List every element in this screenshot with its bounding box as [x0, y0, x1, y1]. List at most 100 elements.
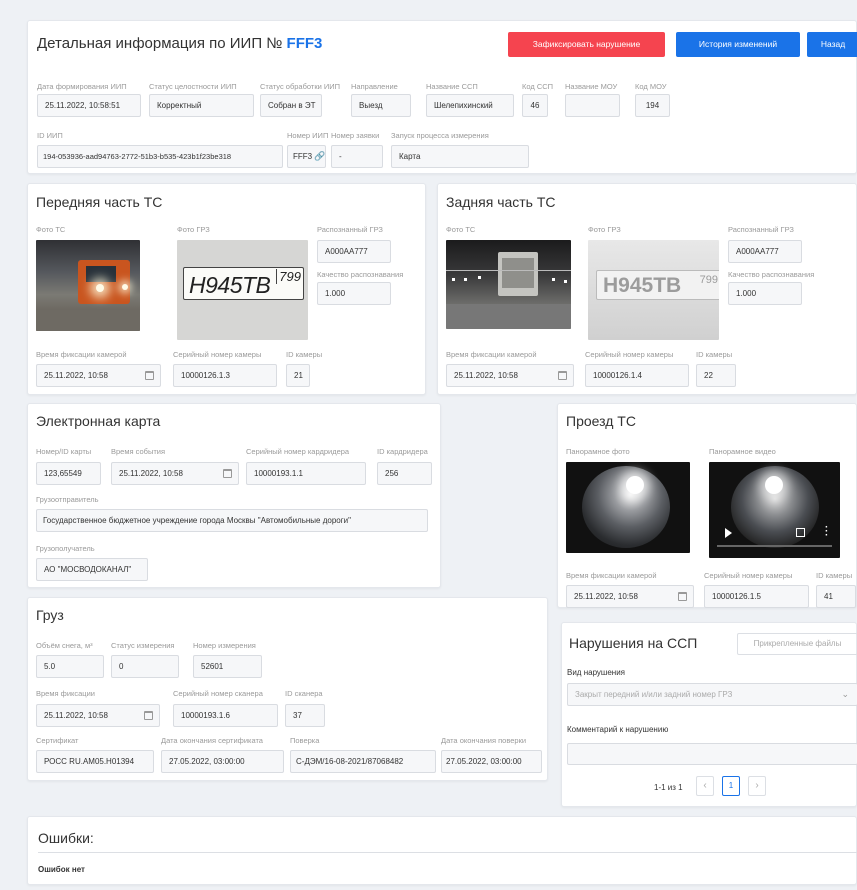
cargo-scanner-serial-label: Серийный номер сканера	[173, 689, 263, 698]
fullscreen-icon[interactable]	[796, 528, 805, 537]
cargo-meas-field: 52601	[193, 655, 262, 678]
iip-number-link[interactable]: FFF3	[287, 35, 323, 52]
id-iip-field: 194-053936-aad94763-2772-51b3-b535-423b1…	[37, 145, 283, 168]
violation-type-select[interactable]: Закрыт передний и/или задний номер ГРЗ ⌄	[567, 683, 857, 706]
passage-time-label: Время фиксации камерой	[566, 571, 657, 580]
front-grz-photo-label: Фото ГРЗ	[177, 225, 210, 234]
rear-quality-field: 1.000	[728, 282, 802, 305]
passage-camid-label: ID камеры	[816, 571, 853, 580]
front-photo-label: Фото ТС	[36, 225, 66, 234]
mou-name-label: Название МОУ	[565, 82, 618, 91]
cargo-cert-label: Сертификат	[36, 736, 79, 745]
cargo-check-label: Поверка	[290, 736, 320, 745]
front-vehicle-photo[interactable]	[36, 240, 140, 331]
video-progress[interactable]	[717, 545, 832, 547]
cargo-check-end-field: 27.05.2022, 03:00:00	[441, 750, 542, 773]
calendar-icon[interactable]	[223, 469, 232, 478]
mou-code-field: 194	[635, 94, 670, 117]
mou-code-label: Код МОУ	[635, 82, 667, 91]
ecard-receiver-field: АО "МОСВОДОКАНАЛ"	[36, 558, 148, 581]
info-card: Детальная информация по ИИП № FFF3 Зафик…	[27, 20, 857, 174]
cargo-meas-label: Номер измерения	[193, 641, 256, 650]
cargo-cert-field: РОСС RU.АМ05.Н01394	[36, 750, 154, 773]
processing-field: Собран в ЭТ	[260, 94, 322, 117]
formed-field: 25.11.2022, 10:58:51	[37, 94, 141, 117]
rear-quality-label: Качество распознавания	[728, 270, 815, 279]
launch-label: Запуск процесса измерения	[391, 131, 489, 140]
rear-vehicle-photo[interactable]	[446, 240, 571, 329]
calendar-icon[interactable]	[144, 711, 153, 720]
ecard-card: Электронная карта Номер/ID карты 123,655…	[27, 403, 441, 588]
pager-text: 1-1 из 1	[654, 783, 683, 792]
front-camid-field: 21	[286, 364, 310, 387]
ssp-name-label: Название ССП	[426, 82, 478, 91]
comment-input[interactable]	[567, 743, 857, 765]
errors-text: Ошибок нет	[38, 865, 85, 874]
ssp-code-label: Код ССП	[522, 82, 554, 91]
passage-serial-label: Серийный номер камеры	[704, 571, 793, 580]
history-button[interactable]: История изменений	[676, 32, 800, 57]
direction-field: Выезд	[351, 94, 411, 117]
front-time-label: Время фиксации камерой	[36, 350, 127, 359]
front-serial-label: Серийный номер камеры	[173, 350, 262, 359]
rear-camid-label: ID камеры	[696, 350, 733, 359]
ecard-reader-serial-field: 10000193.1.1	[246, 462, 366, 485]
cargo-cert-end-label: Дата окончания сертификата	[161, 736, 263, 745]
processing-label: Статус обработки ИИП	[260, 82, 341, 91]
cargo-status-field: 0	[111, 655, 179, 678]
prev-page-button[interactable]: ‹	[696, 776, 714, 796]
front-quality-label: Качество распознавания	[317, 270, 404, 279]
front-quality-field: 1.000	[317, 282, 391, 305]
cargo-check-field: С-ДЭМ/16-08-2021/87068482	[290, 750, 436, 773]
attached-files-button[interactable]: Прикрепленные файлы	[737, 633, 857, 655]
ssp-code-field: 46	[522, 94, 548, 117]
errors-card: Ошибки: Ошибок нет	[27, 816, 857, 885]
ecard-sender-label: Грузоотправитель	[36, 495, 99, 504]
ecard-title: Электронная карта	[36, 413, 161, 429]
front-card: Передняя часть ТС Фото ТС Фото ГРЗ Н945Т…	[27, 183, 426, 395]
front-serial-field: 10000126.1.3	[173, 364, 277, 387]
link-icon[interactable]: 🔗	[314, 151, 325, 161]
fix-violation-button[interactable]: Зафиксировать нарушение	[508, 32, 665, 57]
front-plate-region: 799	[276, 269, 301, 284]
passage-time-field: 25.11.2022, 10:58	[566, 585, 694, 608]
front-plate-photo[interactable]: Н945ТВ 799	[177, 240, 308, 340]
cargo-card: Груз Объём снега, м³ 5.0 Статус измерени…	[27, 597, 548, 781]
mou-name-field	[565, 94, 620, 117]
calendar-icon[interactable]	[145, 371, 154, 380]
ecard-receiver-label: Грузополучатель	[36, 544, 95, 553]
pano-video-label: Панорамное видео	[709, 447, 776, 456]
cargo-volume-label: Объём снега, м³	[36, 641, 93, 650]
ecard-event-field: 25.11.2022, 10:58	[111, 462, 239, 485]
page-title: Детальная информация по ИИП № FFF3	[37, 35, 323, 52]
more-icon[interactable]: · · ·	[825, 523, 828, 541]
chevron-down-icon: ⌄	[841, 689, 849, 699]
pano-video-player[interactable]: · · ·	[709, 462, 840, 558]
play-icon[interactable]	[725, 528, 732, 538]
cargo-status-label: Статус измерения	[111, 641, 175, 650]
cargo-check-end-label: Дата окончания поверки	[441, 736, 527, 745]
request-label: Номер заявки	[331, 131, 380, 140]
rear-card: Задняя часть ТС Фото ТС Фото ГРЗ Н945ТВ …	[437, 183, 857, 395]
errors-title: Ошибки:	[38, 830, 94, 846]
rear-grz-photo-label: Фото ГРЗ	[588, 225, 621, 234]
ecard-reader-id-label: ID кардридера	[377, 447, 428, 456]
calendar-icon[interactable]	[678, 592, 687, 601]
calendar-icon[interactable]	[558, 371, 567, 380]
page-1-button[interactable]: 1	[722, 776, 740, 796]
rear-plate-region: 799	[699, 274, 718, 286]
ecard-reader-serial-label: Серийный номер кардридера	[246, 447, 350, 456]
ssp-name-field: Шелепихинский	[426, 94, 514, 117]
ecard-number-field: 123,65549	[36, 462, 101, 485]
violations-card: Нарушения на ССП Прикрепленные файлы Вид…	[561, 622, 857, 807]
pano-photo[interactable]	[566, 462, 690, 553]
front-recognized-label: Распознанный ГРЗ	[317, 225, 383, 234]
cargo-scanner-serial-field: 10000193.1.6	[173, 704, 278, 727]
id-iip-label: ID ИИП	[37, 131, 63, 140]
passage-camid-field: 41	[816, 585, 856, 608]
launch-field: Карта	[391, 145, 529, 168]
next-page-button[interactable]: ›	[748, 776, 766, 796]
passage-title: Проезд ТС	[566, 413, 636, 429]
rear-plate-photo[interactable]: Н945ТВ 799	[588, 240, 719, 340]
back-button[interactable]: Назад	[807, 32, 857, 57]
